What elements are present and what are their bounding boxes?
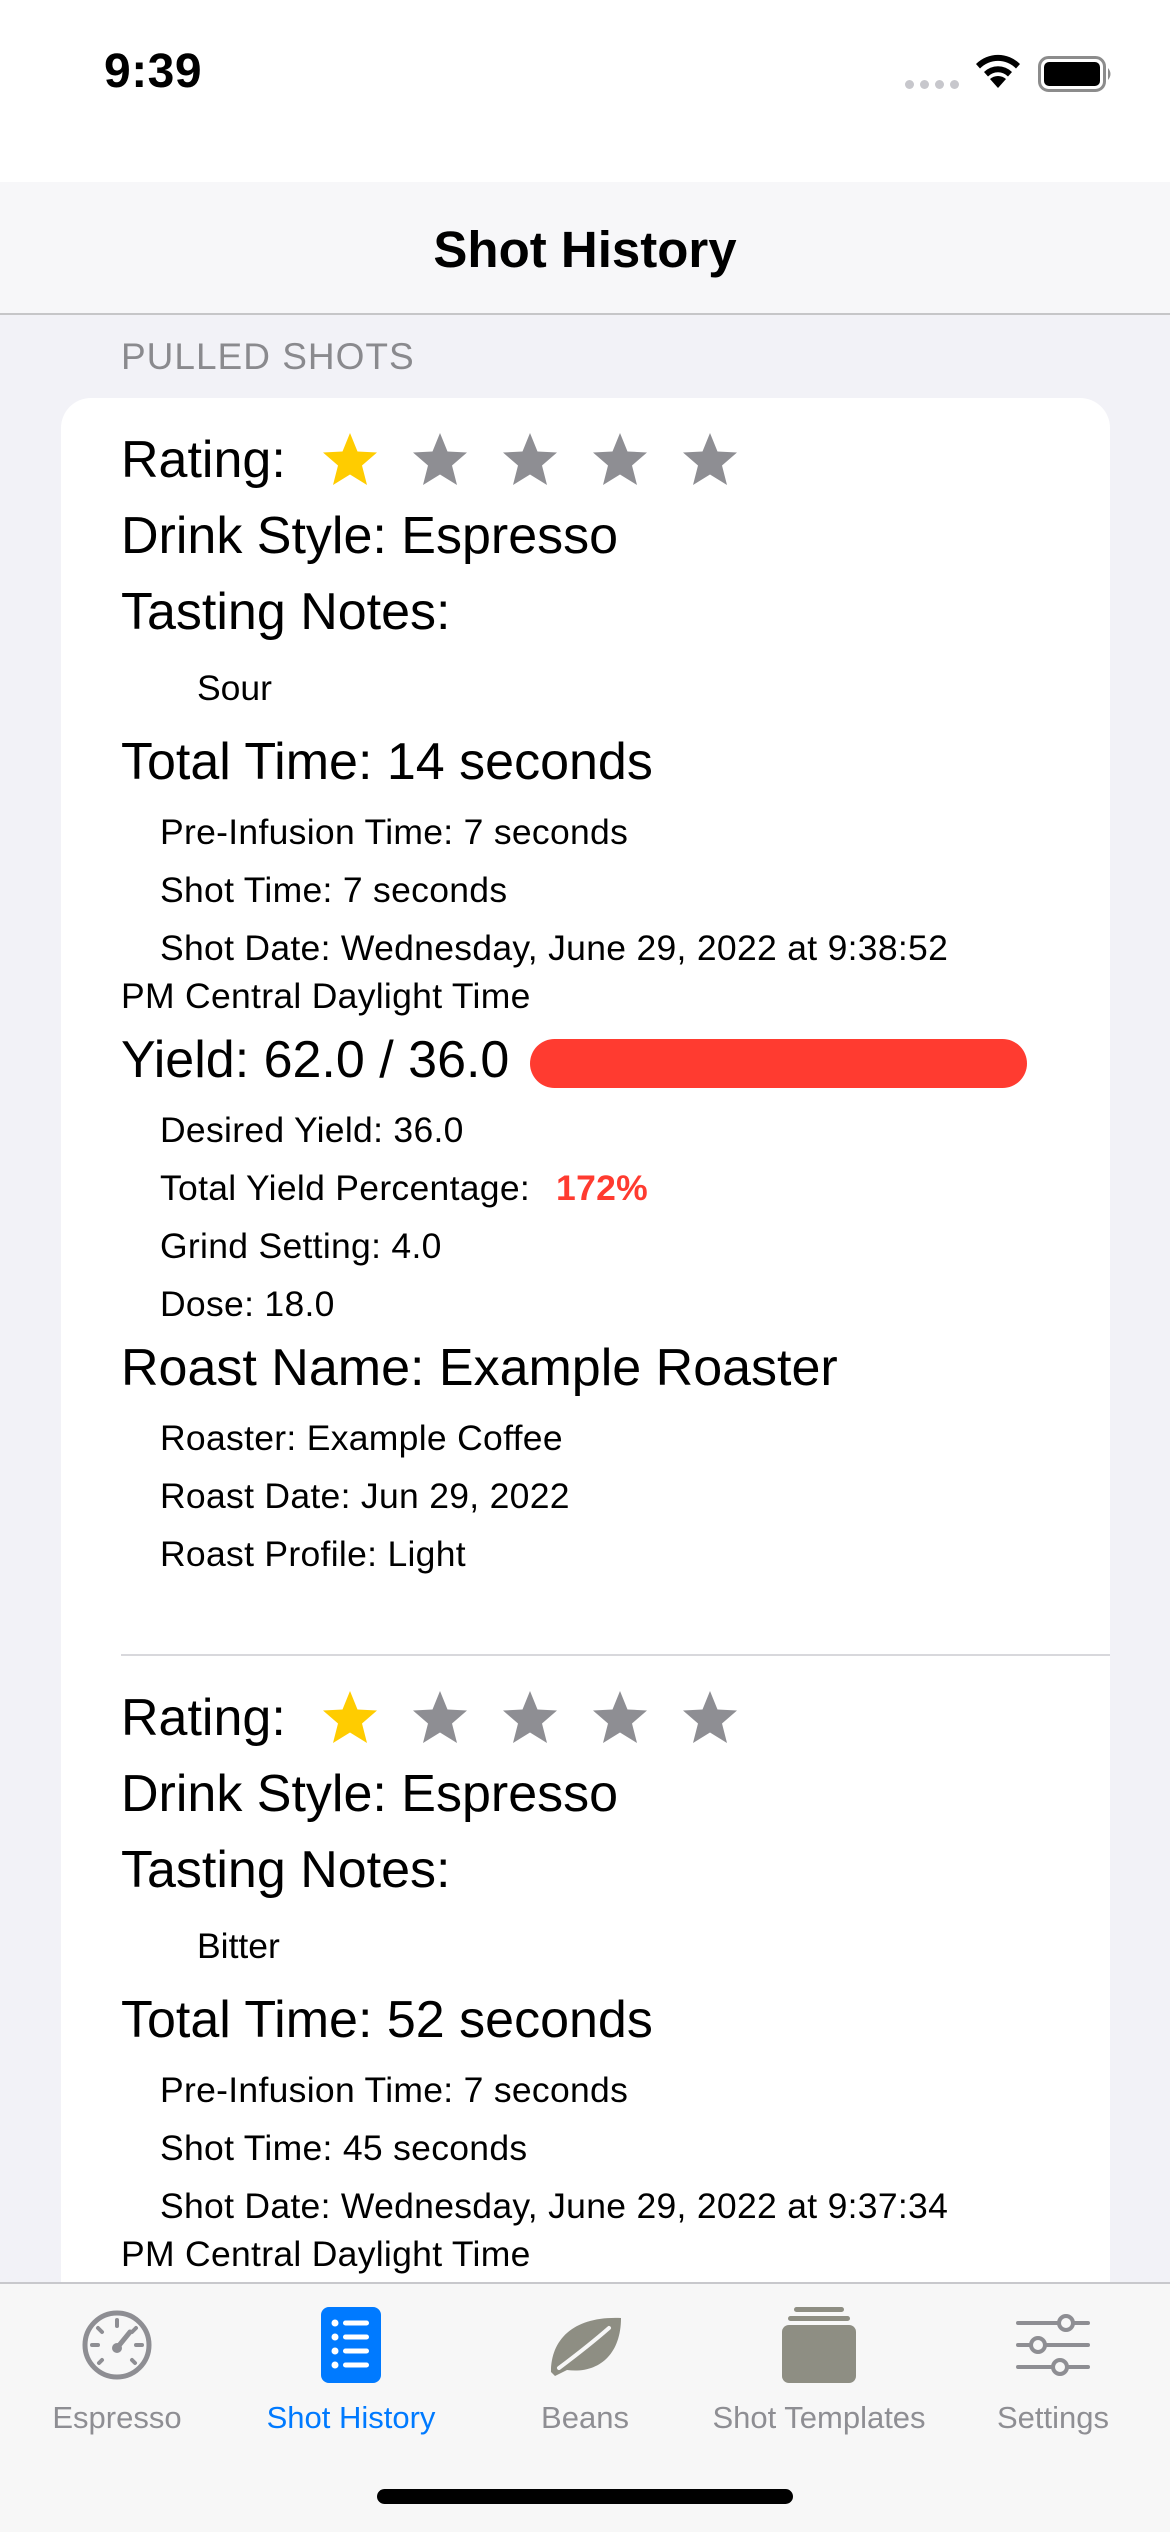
tab-shot-templates[interactable]: Shot Templates: [702, 2300, 936, 2436]
star-empty-icon[interactable]: [680, 430, 740, 490]
battery-icon: [1038, 56, 1111, 92]
star-filled-icon[interactable]: [320, 1688, 380, 1748]
tab-beans[interactable]: Beans: [468, 2300, 702, 2436]
tab-settings[interactable]: Settings: [936, 2300, 1170, 2436]
tasting-note: Bitter: [197, 1926, 280, 1966]
tab-shot-templates-label: Shot Templates: [712, 2400, 926, 2435]
star-empty-icon[interactable]: [590, 430, 650, 490]
pre-infusion-time: Pre-Infusion Time: 7 seconds: [160, 2070, 629, 2110]
tasting-note: Sour: [197, 668, 272, 708]
rating-row: Rating:: [121, 430, 740, 490]
total-yield-percentage-label: Total Yield Percentage:: [160, 1168, 531, 1208]
roaster: Roaster: Example Coffee: [160, 1418, 563, 1458]
shot-time: Shot Time: 7 seconds: [160, 870, 508, 910]
navigation-bar: Shot History: [0, 182, 1170, 315]
tab-espresso-label: Espresso: [52, 2400, 182, 2435]
drink-style: Drink Style: Espresso: [121, 507, 619, 565]
tab-shot-history[interactable]: Shot History: [234, 2300, 468, 2436]
pre-infusion-time: Pre-Infusion Time: 7 seconds: [160, 812, 629, 852]
star-empty-icon[interactable]: [590, 1688, 650, 1748]
stack-icon: [782, 2307, 856, 2383]
desired-yield: Desired Yield: 36.0: [160, 1110, 464, 1150]
page-title: Shot History: [433, 221, 737, 278]
shot-date: Shot Date: Wednesday, June 29, 2022 at 9…: [160, 928, 949, 968]
total-yield-percentage: Total Yield Percentage: 172%: [160, 1168, 648, 1209]
status-bar: 9:39: [0, 0, 1170, 182]
rating-label: Rating:: [121, 431, 286, 489]
gauge-icon: [82, 2310, 152, 2380]
shot-date-continued: PM Central Daylight Time: [121, 976, 531, 1016]
tab-shot-history-label: Shot History: [266, 2400, 436, 2435]
rating-row: Rating:: [121, 1688, 740, 1748]
tab-beans-label: Beans: [541, 2400, 629, 2435]
star-empty-icon[interactable]: [500, 1688, 560, 1748]
star-empty-icon[interactable]: [500, 430, 560, 490]
tasting-notes-label: Tasting Notes:: [121, 583, 451, 641]
status-time: 9:39: [104, 45, 203, 98]
star-empty-icon[interactable]: [680, 1688, 740, 1748]
tab-espresso[interactable]: Espresso: [0, 2300, 234, 2436]
sliders-icon: [1016, 2314, 1090, 2376]
leaf-icon: [551, 2317, 621, 2376]
roast-date: Roast Date: Jun 29, 2022: [160, 1476, 570, 1516]
section-header: PULLED SHOTS: [121, 336, 415, 377]
total-yield-percentage-value: 172%: [556, 1168, 649, 1208]
shot-date-continued: PM Central Daylight Time: [121, 2234, 531, 2274]
home-indicator: [377, 2489, 793, 2504]
total-time: Total Time: 52 seconds: [121, 1991, 653, 2049]
total-time: Total Time: 14 seconds: [121, 733, 653, 791]
shot-date: Shot Date: Wednesday, June 29, 2022 at 9…: [160, 2186, 949, 2226]
tab-settings-label: Settings: [996, 2400, 1109, 2435]
yield: Yield: 62.0 / 36.0: [121, 1031, 510, 1089]
shots-list: Rating: Drink Style: Espresso Tasting No…: [61, 398, 1110, 2298]
roast-profile: Roast Profile: Light: [160, 1534, 466, 1574]
roast-name: Roast Name: Example Roaster: [121, 1339, 838, 1397]
rating-stars: [320, 430, 740, 490]
rating-stars: [320, 1688, 740, 1748]
dose: Dose: 18.0: [160, 1284, 335, 1324]
cellular-signal-icon: [905, 80, 959, 89]
yield-progress-bar: [530, 1039, 1027, 1088]
star-filled-icon[interactable]: [320, 430, 380, 490]
shot-time: Shot Time: 45 seconds: [160, 2128, 528, 2168]
star-empty-icon[interactable]: [410, 1688, 470, 1748]
grind-setting: Grind Setting: 4.0: [160, 1226, 442, 1266]
row-divider: [121, 1654, 1110, 1656]
rating-label: Rating:: [121, 1689, 286, 1747]
drink-style: Drink Style: Espresso: [121, 1765, 619, 1823]
tasting-notes-label: Tasting Notes:: [121, 1841, 451, 1899]
star-empty-icon[interactable]: [410, 430, 470, 490]
wifi-icon: [976, 54, 1020, 88]
list-icon: [321, 2307, 381, 2383]
